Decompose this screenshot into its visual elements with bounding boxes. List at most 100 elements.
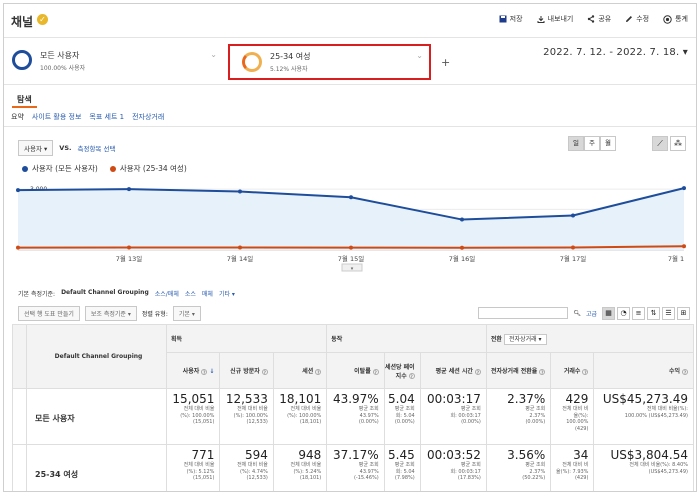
pencil-icon <box>626 16 633 22</box>
col-pages-per-session[interactable]: 세션당 페이지수? <box>383 352 421 389</box>
table-toolbar: 선택 행 도표 만들기 보조 측정기준 ▾ 정렬 유형: 기본 ▾ 🔍︎ 고급 … <box>18 304 690 322</box>
sort-type-dropdown[interactable]: 기본 ▾ <box>172 305 201 321</box>
subtab-summary[interactable]: 요약 <box>11 112 24 122</box>
dimension-link-other[interactable]: 기타 ▾ <box>219 289 235 298</box>
help-icon: ? <box>315 368 322 375</box>
table-cell: 34 전체 대비 비 율(%): 7.93% (429) <box>550 444 595 491</box>
cell-subtext: (17.83%) <box>457 475 481 481</box>
chevron-down-icon[interactable]: ⌄ <box>210 50 217 59</box>
cell-subtext: (429) <box>574 425 589 432</box>
search-icon[interactable]: 🔍︎ <box>573 310 581 317</box>
conversion-dropdown-value: 전자상거래 <box>509 336 537 343</box>
subtab-goal-set-1[interactable]: 목표 세트 1 <box>89 112 124 122</box>
row-label[interactable]: 25-34 여성 <box>26 444 167 491</box>
pie-view-icon[interactable]: ◔ <box>617 306 630 320</box>
chart-legend: 사용자 (모든 사용자) 사용자 (25-34 여성) <box>22 163 187 174</box>
table-group-header: Default Channel Grouping 획득 동작 전환 전자상거래 … <box>12 324 695 389</box>
col-new-users[interactable]: 신규 방문자? <box>219 352 274 389</box>
cell-value: 43.97% <box>332 392 379 406</box>
vs-label: VS. <box>59 144 72 152</box>
insights-button[interactable]: 통계 <box>663 14 688 24</box>
col-transactions[interactable]: 거래수? <box>550 352 595 389</box>
table-view-toggle: ▦ ◔ ≡ ⇅ ☰ ⊞ <box>602 306 690 320</box>
row-checkbox[interactable] <box>12 444 27 491</box>
select-all-checkbox[interactable] <box>12 324 27 389</box>
advanced-filter-link[interactable]: 고급 <box>586 309 597 318</box>
secondary-dimension-dropdown[interactable]: 보조 측정기준 ▾ <box>84 305 137 321</box>
tab-explorer[interactable]: 탐색 <box>17 94 32 105</box>
export-button[interactable]: 내보내기 <box>537 14 573 24</box>
data-point <box>460 217 464 222</box>
cell-subtext: (0.00%) <box>394 419 415 425</box>
granularity-week-button[interactable]: 주 <box>584 136 600 151</box>
legend-item-25-34-women: 사용자 (25-34 여성) <box>109 163 187 174</box>
motion-chart-icon[interactable]: ⁂ <box>670 136 686 151</box>
dimension-link-medium[interactable]: 매체 <box>202 289 213 298</box>
row-label[interactable]: 모든 사용자 <box>26 388 167 445</box>
cell-value: 12,533 <box>225 392 268 406</box>
subtabs: 요약 사이트 활용 정보 목표 세트 1 전자상거래 <box>11 112 164 122</box>
col-sessions[interactable]: 세션? <box>272 352 328 389</box>
comparison-view-icon[interactable]: ⇅ <box>647 306 660 320</box>
segment-name: 모든 사용자 <box>40 51 80 60</box>
metric-label: 사용자 <box>24 145 42 153</box>
cell-value: 18,101 <box>279 392 322 406</box>
cell-value: US$45,273.49 <box>602 392 688 406</box>
legend-label: 사용자 (25-34 여성) <box>119 164 187 173</box>
segment-bar: 모든 사용자 100.00% 사용자 ⌄ 25-34 여성 5.12% 사용자 … <box>4 39 696 85</box>
save-button[interactable]: 저장 <box>499 14 523 24</box>
granularity-month-button[interactable]: 월 <box>600 136 616 151</box>
plot-rows-button[interactable]: 선택 행 도표 만들기 <box>18 305 80 321</box>
term-cloud-icon[interactable]: ☰ <box>662 306 675 320</box>
verified-badge-icon: ✓ <box>37 14 48 25</box>
dimension-link-source[interactable]: 소스 <box>185 289 196 298</box>
cell-subtext: (12,533) <box>246 419 268 425</box>
conversion-dropdown[interactable]: 전자상거래 ▾ <box>504 334 547 345</box>
col-bounce-rate[interactable]: 이탈률? <box>326 352 385 389</box>
primary-dimension-selected[interactable]: Default Channel Grouping <box>61 289 149 298</box>
col-revenue[interactable]: 수익? <box>593 352 694 389</box>
x-tick-label: 7월 15일 <box>338 254 364 263</box>
chevron-down-icon[interactable]: ⌄ <box>416 51 423 60</box>
table-search-input[interactable] <box>478 307 569 319</box>
row-checkbox[interactable] <box>12 388 27 445</box>
dimension-link-source-medium[interactable]: 소스/매체 <box>155 289 179 298</box>
col-users[interactable]: 사용자? ↓ <box>165 352 221 389</box>
report-frame: 채널 ✓ 저장 내보내기 공유 수정 통계 모든 사용자 100.00% 사용자… <box>3 3 697 492</box>
cell-subtext: (429) <box>574 475 589 481</box>
granularity-day-button[interactable]: 일 <box>568 136 584 151</box>
date-range-picker[interactable]: 2022. 7. 12. - 2022. 7. 18. ▾ <box>543 47 688 58</box>
segment-25-34-women[interactable]: 25-34 여성 5.12% 사용자 ⌄ <box>228 44 431 80</box>
segment-share: 5.12% 사용자 <box>270 66 308 73</box>
chart-panel: 사용자 ▾ VS. 측정항목 선택 일 주 월 ⟋ ⁂ 사용자 (모든 사용자)… <box>4 126 696 281</box>
segment-share: 100.00% 사용자 <box>40 65 86 72</box>
dimension-header[interactable]: Default Channel Grouping <box>26 324 167 389</box>
table-cell: 5.04 평균 조회 회: 5.04 (0.00%) <box>383 388 421 445</box>
cell-subtext: (15,051) <box>193 419 215 425</box>
edit-button[interactable]: 수정 <box>625 14 649 24</box>
segment-ring-icon <box>242 52 262 72</box>
users-line-chart: 3,0002,0001,0007월 13일7월 14일7월 15일7월 16일7… <box>16 186 686 272</box>
pivot-view-icon[interactable]: ⊞ <box>677 306 690 320</box>
active-tab-indicator <box>12 106 37 108</box>
cell-value: 37.17% <box>332 448 379 462</box>
metric-dropdown[interactable]: 사용자 ▾ <box>18 140 54 156</box>
subtab-ecommerce[interactable]: 전자상거래 <box>132 112 164 122</box>
add-segment-icon[interactable]: + <box>441 56 450 69</box>
performance-view-icon[interactable]: ≡ <box>632 306 645 320</box>
data-point <box>127 245 131 250</box>
share-icon <box>588 15 595 23</box>
line-chart-icon[interactable]: ⟋ <box>652 136 668 151</box>
subtab-site-usage[interactable]: 사이트 활용 정보 <box>32 112 82 122</box>
share-button[interactable]: 공유 <box>587 14 611 24</box>
data-view-icon[interactable]: ▦ <box>602 306 615 320</box>
segment-all-users[interactable]: 모든 사용자 100.00% 사용자 ⌄ <box>12 47 217 79</box>
group-conversions: 전환 전자상거래 ▾ <box>485 324 695 353</box>
data-point <box>460 245 464 250</box>
select-metric-link[interactable]: 측정항목 선택 <box>77 143 115 153</box>
col-avg-session-duration[interactable]: 평균 세션 시간? <box>419 352 487 389</box>
cell-value: 594 <box>244 448 268 462</box>
sort-type-value: 기본 <box>178 310 190 318</box>
col-ecommerce-conversion-rate[interactable]: 전자상거래 전환율? <box>485 352 552 389</box>
cell-subtext: (50.22%) <box>522 475 546 481</box>
